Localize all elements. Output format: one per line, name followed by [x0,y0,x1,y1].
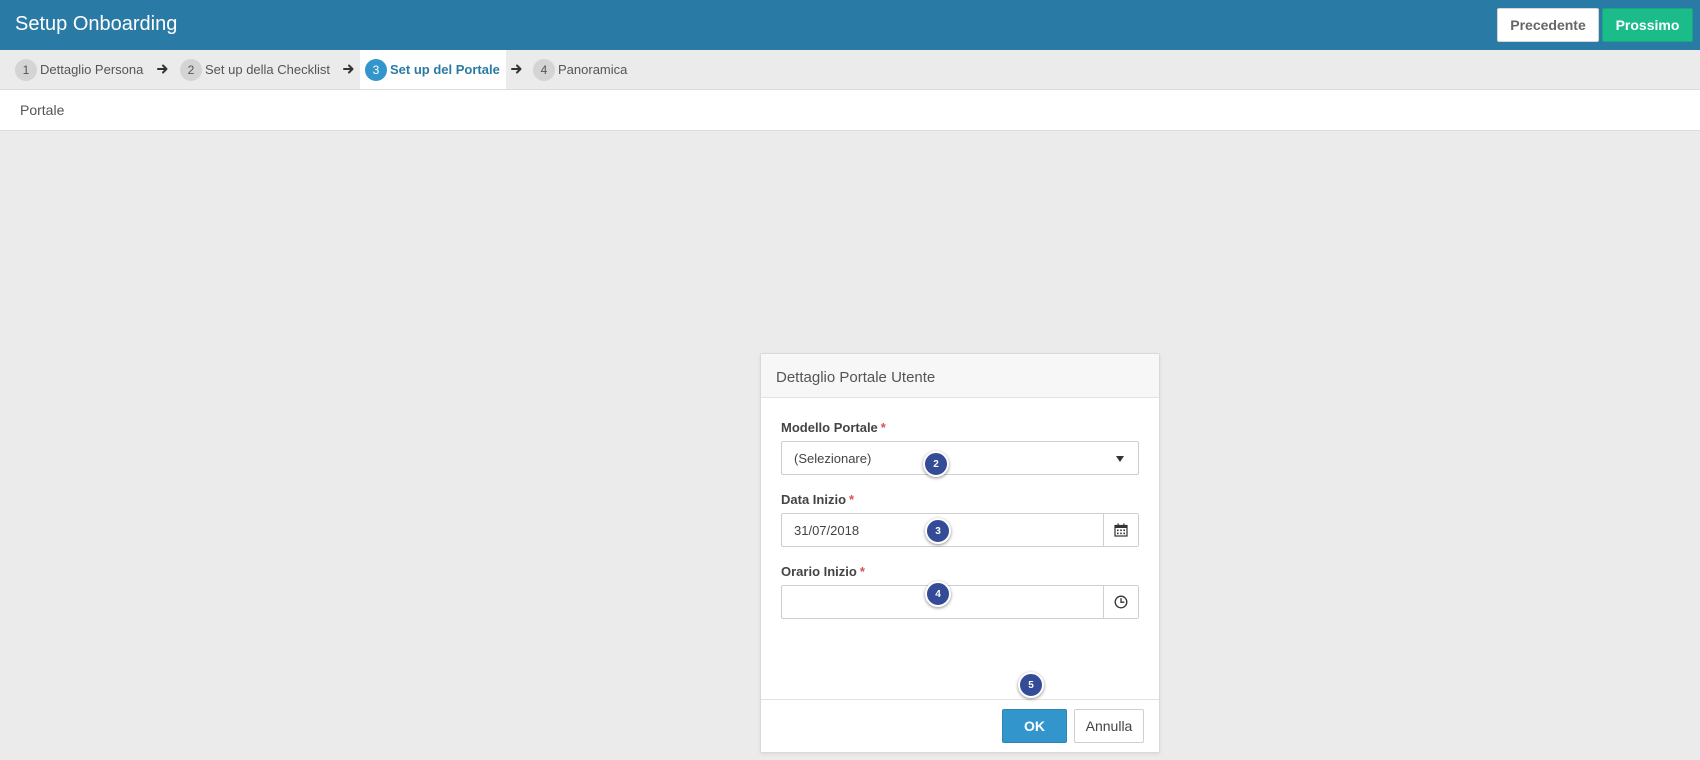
arrow-right-icon [157,64,168,74]
callout-badge: 3 [925,518,951,544]
caret-down-icon [1116,456,1124,462]
step-number: 2 [180,58,202,81]
start-date-label: Data Inizio * [781,492,854,507]
section-header: Portale [0,90,1700,131]
dialog-header: Dettaglio Portale Utente [761,354,1159,398]
callout-badge: 4 [925,581,951,607]
clock-icon [1114,595,1128,609]
step-set-up-checklist[interactable]: 2 Set up della Checklist [180,50,330,89]
template-label-text: Modello Portale [781,420,878,435]
section-title: Portale [20,102,65,118]
step-label: Set up della Checklist [205,62,331,77]
step-number: 4 [533,58,555,81]
page-title: Setup Onboarding [15,13,178,35]
template-label: Modello Portale * [781,420,886,435]
start-date-value: 31/07/2018 [794,523,860,538]
cancel-button[interactable]: Annulla [1074,709,1144,743]
required-marker: * [859,564,865,579]
step-label: Set up del Portale [390,62,500,77]
wizard-steps: 1 Dettaglio Persona 2 Set up della Check… [0,50,1700,90]
template-select[interactable]: (Selezionare) [781,441,1139,475]
start-time-label: Orario Inizio * [781,564,865,579]
step-panoramica[interactable]: 4 Panoramica [533,50,627,89]
calendar-icon [1114,523,1128,537]
next-button[interactable]: Prossimo [1602,8,1693,42]
template-select-value: (Selezionare) [794,451,872,466]
step-set-up-portale[interactable]: 3 Set up del Portale [360,50,506,89]
start-date-label-text: Data Inizio [781,492,847,507]
callout-badge: 2 [923,451,949,477]
start-time-label-text: Orario Inizio [781,564,857,579]
step-number: 3 [365,58,387,81]
step-label: Panoramica [558,62,628,77]
dialog-footer-divider [761,699,1159,700]
ok-button[interactable]: OK [1002,709,1067,743]
callout-badge: 5 [1018,672,1044,698]
step-number: 1 [15,58,37,81]
required-marker: * [880,420,886,435]
arrow-right-icon [343,64,354,74]
start-date-input[interactable]: 31/07/2018 [781,513,1139,547]
previous-button[interactable]: Precedente [1497,8,1599,42]
top-bar: Setup Onboarding Precedente Prossimo [0,0,1700,50]
step-dettaglio-persona[interactable]: 1 Dettaglio Persona [15,50,143,89]
portal-detail-dialog: Dettaglio Portale Utente Modello Portale… [760,353,1160,753]
required-marker: * [849,492,855,507]
dialog-title: Dettaglio Portale Utente [776,369,936,386]
step-label: Dettaglio Persona [40,62,144,77]
arrow-right-icon [511,64,522,74]
date-picker-button[interactable] [1103,514,1138,546]
time-picker-button[interactable] [1103,586,1138,618]
start-time-input[interactable] [781,585,1139,619]
